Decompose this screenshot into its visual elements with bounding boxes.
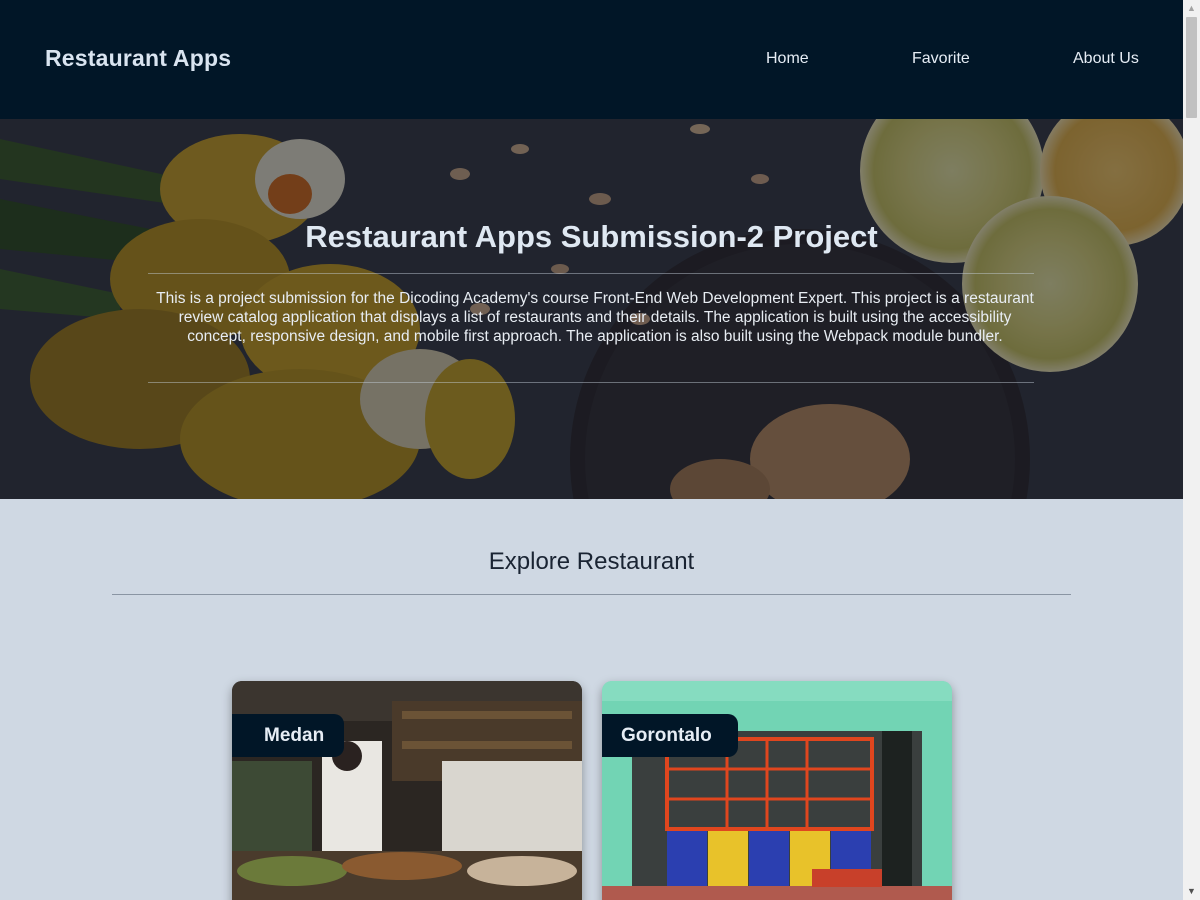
- app-bar: Restaurant Apps Home Favorite About Us: [0, 0, 1183, 119]
- hero: Restaurant Apps Submission-2 Project Thi…: [0, 119, 1183, 499]
- hero-divider-bottom: [148, 382, 1034, 383]
- explore-divider: [112, 594, 1071, 595]
- nav-about-link[interactable]: About Us: [1073, 50, 1139, 68]
- vertical-scrollbar[interactable]: ▲ ▼: [1183, 0, 1200, 900]
- city-badge: Medan: [232, 714, 345, 757]
- restaurant-card[interactable]: Medan: [232, 681, 582, 900]
- triangle-up-icon[interactable]: ▲: [1183, 0, 1200, 17]
- page: Restaurant Apps Home Favorite About Us R…: [0, 0, 1183, 900]
- hero-title: Restaurant Apps Submission-2 Project: [305, 219, 878, 254]
- hero-divider-top: [148, 273, 1034, 274]
- nav-home-link[interactable]: Home: [766, 50, 809, 68]
- explore-title: Explore Restaurant: [488, 548, 695, 575]
- triangle-down-icon[interactable]: ▼: [1183, 883, 1200, 900]
- brand-title[interactable]: Restaurant Apps: [45, 45, 231, 72]
- nav-favorite-link[interactable]: Favorite: [912, 50, 970, 68]
- city-badge: Gorontalo: [602, 714, 738, 757]
- hero-description: This is a project submission for the Dic…: [156, 290, 1034, 345]
- restaurant-card[interactable]: Gorontalo: [602, 681, 952, 900]
- scrollbar-thumb[interactable]: [1186, 17, 1197, 118]
